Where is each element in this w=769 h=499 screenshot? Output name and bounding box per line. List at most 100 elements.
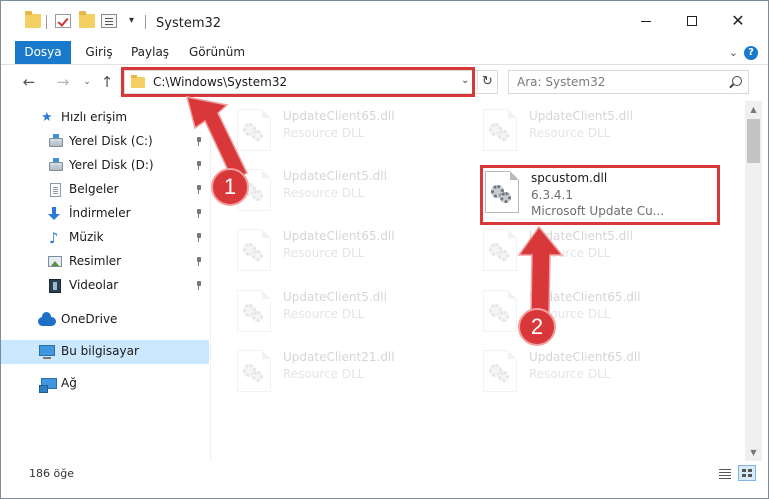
sidebar-item-label: Yerel Disk (D:) — [69, 158, 154, 172]
music-icon: ♪ — [49, 229, 59, 247]
sidebar-item-label: Belgeler — [69, 182, 119, 196]
pin-icon[interactable] — [196, 209, 202, 218]
sidebar-item-label: Müzik — [69, 230, 104, 244]
sidebar-item-label: Videolar — [69, 278, 119, 292]
sidebar-item-downloads[interactable]: İndirmeler — [1, 202, 209, 226]
tab-home[interactable]: Giriş — [79, 41, 119, 64]
sidebar-item-local-disk-c[interactable]: Yerel Disk (C:) — [1, 130, 209, 154]
properties-check-icon[interactable] — [55, 14, 71, 28]
maximize-button[interactable] — [669, 1, 715, 41]
video-icon — [49, 279, 61, 293]
dll-file-icon — [237, 290, 271, 332]
file-tile[interactable]: UpdateClient5.dll Resource DLL — [483, 107, 713, 157]
refresh-button[interactable]: ↻ — [477, 71, 497, 93]
document-icon — [50, 183, 61, 197]
pane-divider[interactable] — [210, 101, 211, 461]
step-badge-2: 2 — [518, 308, 556, 346]
pictures-icon — [48, 256, 62, 267]
close-icon: ✕ — [731, 11, 745, 30]
file-type: Resource DLL — [283, 307, 365, 321]
sidebar-item-label: Bu bilgisayar — [61, 344, 139, 358]
details-view-icon[interactable] — [717, 467, 733, 481]
file-type: Resource DLL — [283, 246, 365, 260]
ribbon-tabs: Dosya Giriş Paylaş Görünüm ⌄ ? — [1, 41, 768, 65]
drive-icon — [49, 158, 63, 171]
file-type: Resource DLL — [529, 246, 611, 260]
pin-icon[interactable] — [196, 281, 202, 290]
file-tile[interactable]: UpdateClient65.dll Resource DLL — [483, 348, 713, 398]
search-icon[interactable] — [732, 76, 742, 86]
tab-view[interactable]: Görünüm — [185, 41, 249, 64]
sidebar-item-label: Resimler — [69, 254, 122, 268]
minimize-button[interactable] — [623, 1, 669, 41]
separator — [145, 15, 146, 29]
file-tile[interactable]: UpdateClient65.dll Resource DLL — [237, 107, 467, 157]
search-placeholder: Ara: System32 — [517, 75, 606, 89]
sidebar-item-network[interactable]: Ağ — [1, 372, 209, 396]
dll-file-icon — [237, 109, 271, 151]
pin-icon[interactable] — [196, 137, 202, 146]
ribbon-expand-icon[interactable]: ⌄ — [729, 46, 738, 59]
sidebar-item-this-pc[interactable]: Bu bilgisayar — [1, 340, 209, 364]
sidebar-item-label: Hızlı erişim — [61, 110, 128, 124]
tab-share[interactable]: Paylaş — [125, 41, 175, 64]
tiles-view-icon[interactable] — [738, 465, 756, 481]
back-button[interactable]: ← — [19, 71, 39, 93]
dll-file-icon — [483, 290, 517, 332]
tab-file[interactable]: Dosya — [15, 41, 71, 64]
file-name: UpdateClient65.dll — [283, 109, 395, 123]
file-type: Resource DLL — [529, 126, 611, 140]
dll-file-icon — [483, 350, 517, 392]
file-tile[interactable]: UpdateClient21.dll Resource DLL — [237, 348, 467, 398]
properties-icon[interactable] — [101, 14, 117, 28]
address-highlight-box — [121, 67, 475, 97]
scroll-down-icon[interactable]: ▼ — [745, 444, 762, 461]
window-title: System32 — [156, 16, 222, 31]
forward-button[interactable]: → — [53, 71, 73, 93]
sidebar-item-videos[interactable]: Videolar — [1, 274, 209, 298]
sidebar-item-pictures[interactable]: Resimler — [1, 250, 209, 274]
scroll-up-icon[interactable]: ▲ — [745, 101, 762, 118]
explorer-window: ▾ System32 ✕ Dosya Giriş Paylaş Görünüm … — [0, 0, 769, 499]
pin-icon[interactable] — [196, 161, 202, 170]
vertical-scrollbar[interactable]: ▲ ▼ — [745, 101, 762, 461]
star-icon: ★ — [41, 110, 53, 125]
file-tile[interactable]: UpdateClient5.dll Resource DLL — [483, 227, 713, 277]
close-button[interactable]: ✕ — [715, 1, 761, 41]
file-tile[interactable]: UpdateClient5.dll Resource DLL — [237, 288, 467, 338]
search-input[interactable]: Ara: System32 — [508, 70, 749, 94]
network-icon — [39, 378, 57, 393]
separator — [46, 15, 47, 29]
recent-locations-icon[interactable]: ⌄ — [77, 71, 97, 93]
pin-icon[interactable] — [196, 233, 202, 242]
file-name: UpdateClient5.dll — [529, 229, 633, 243]
new-folder-icon[interactable] — [79, 11, 95, 28]
dll-file-icon — [237, 229, 271, 271]
pin-icon[interactable] — [196, 257, 202, 266]
help-icon[interactable]: ? — [744, 46, 758, 60]
title-bar: ▾ System32 ✕ — [1, 1, 768, 41]
file-name: UpdateClient65.dll — [283, 229, 395, 243]
file-highlight-box — [480, 165, 720, 225]
sidebar-item-quick-access[interactable]: ★ Hızlı erişim — [1, 106, 209, 130]
pin-icon[interactable] — [196, 185, 202, 194]
file-tile[interactable]: UpdateClient65.dll Resource DLL — [237, 227, 467, 277]
up-button[interactable]: ↑ — [97, 71, 117, 93]
scroll-thumb[interactable] — [747, 119, 760, 163]
sidebar-item-label: Ağ — [61, 376, 77, 390]
sidebar-item-music[interactable]: ♪ Müzik — [1, 226, 209, 250]
file-name: UpdateClient65.dll — [529, 350, 641, 364]
folder-icon — [25, 11, 41, 28]
dll-file-icon — [483, 229, 517, 271]
maximize-icon — [687, 16, 697, 26]
file-tile[interactable]: UpdateClient5.dll Resource DLL — [237, 167, 467, 217]
sidebar-item-label: OneDrive — [61, 312, 118, 326]
cloud-icon — [38, 312, 56, 326]
download-icon — [47, 207, 61, 221]
navigation-pane: ★ Hızlı erişim Yerel Disk (C:) Yerel Dis… — [1, 101, 209, 461]
sidebar-item-onedrive[interactable]: OneDrive — [1, 308, 209, 332]
sidebar-item-local-disk-d[interactable]: Yerel Disk (D:) — [1, 154, 209, 178]
dll-file-icon — [237, 350, 271, 392]
sidebar-item-documents[interactable]: Belgeler — [1, 178, 209, 202]
quick-access-dropdown-icon[interactable]: ▾ — [129, 15, 134, 26]
